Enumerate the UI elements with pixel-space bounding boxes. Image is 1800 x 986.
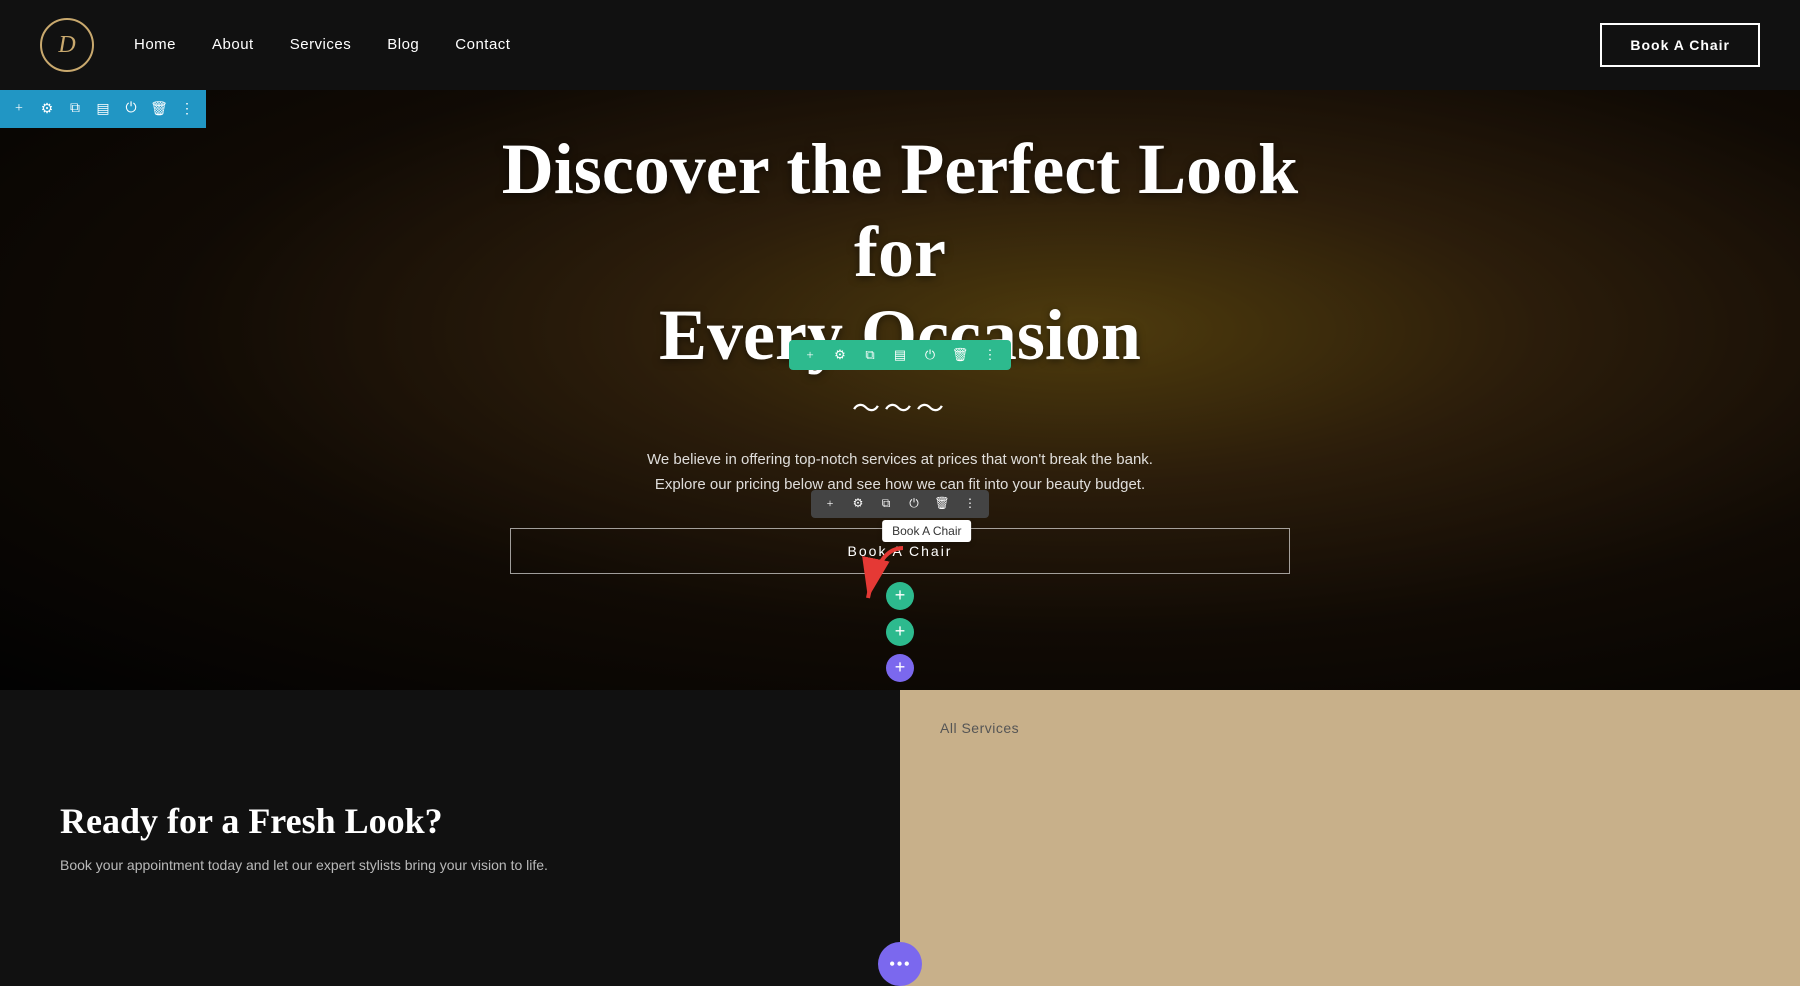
toolbar-copy-icon[interactable]: ⧉ [66, 100, 84, 118]
book-a-chair-button[interactable]: Book A Chair [1600, 23, 1760, 67]
nav-item-blog[interactable]: Blog [387, 36, 419, 54]
logo[interactable]: D [40, 18, 94, 72]
btn-toolbar-settings-icon[interactable]: ⚙ [849, 495, 867, 513]
float-toolbar-delete-icon[interactable]: 🗑 [951, 346, 969, 364]
btn-toolbar-copy-icon[interactable]: ⧉ [877, 495, 895, 513]
toolbar-more-icon[interactable]: ⋮ [178, 100, 196, 118]
nav-item-about[interactable]: About [212, 36, 254, 54]
nav-item-home[interactable]: Home [134, 36, 176, 54]
toolbar-power-icon[interactable]: ⏻ [122, 100, 140, 118]
toolbar-delete-icon[interactable]: 🗑 [150, 100, 168, 118]
button-section-toolbar: + ⚙ ⧉ ⏻ 🗑 ⋮ [811, 490, 989, 518]
hero-section: + ⚙ ⧉ ▤ ⏻ 🗑 ⋮ Discover the Perfect Look … [0, 90, 1800, 690]
arrow-indicator [848, 543, 928, 618]
add-section-btn-3[interactable]: + [886, 654, 914, 682]
logo-circle: D [40, 18, 94, 72]
float-toolbar-copy-icon[interactable]: ⧉ [861, 346, 879, 364]
bottom-heading: Ready for a Fresh Look? [60, 800, 840, 842]
nav-item-services[interactable]: Services [290, 36, 352, 54]
book-button-tooltip: Book A Chair [882, 520, 971, 542]
hero-squiggle: 〜〜〜 [500, 387, 1300, 427]
purple-dot-icon: ••• [889, 954, 911, 975]
btn-toolbar-delete-icon[interactable]: 🗑 [933, 495, 951, 513]
bottom-purple-dot[interactable]: ••• [878, 942, 922, 986]
hero-button-area: + ⚙ ⧉ ⏻ 🗑 ⋮ Book A Chair [500, 528, 1300, 682]
bottom-right-panel: All Services [900, 690, 1800, 986]
float-toolbar-power-icon[interactable]: ⏻ [921, 346, 939, 364]
float-toolbar-settings-icon[interactable]: ⚙ [831, 346, 849, 364]
add-section-btn-2[interactable]: + [886, 618, 914, 646]
top-toolbar: + ⚙ ⧉ ▤ ⏻ 🗑 ⋮ [0, 90, 206, 128]
bottom-left-panel: Ready for a Fresh Look? Book your appoin… [0, 690, 900, 986]
toolbar-settings-icon[interactable]: ⚙ [38, 100, 56, 118]
btn-toolbar-more-icon[interactable]: ⋮ [961, 495, 979, 513]
bottom-text: Book your appointment today and let our … [60, 854, 840, 876]
navbar-cta: Book A Chair [1600, 23, 1760, 67]
toolbar-grid-icon[interactable]: ▤ [94, 100, 112, 118]
all-services-label[interactable]: All Services [940, 720, 1019, 736]
float-toolbar-add-icon[interactable]: + [801, 346, 819, 364]
floating-section-toolbar: + ⚙ ⧉ ▤ ⏻ 🗑 ⋮ [789, 340, 1011, 370]
logo-letter: D [58, 32, 75, 59]
toolbar-add-icon[interactable]: + [10, 100, 28, 118]
hero-content: Discover the Perfect Look for Every Occa… [500, 98, 1300, 681]
float-toolbar-more-icon[interactable]: ⋮ [981, 346, 999, 364]
nav-item-contact[interactable]: Contact [455, 36, 510, 54]
btn-toolbar-power-icon[interactable]: ⏻ [905, 495, 923, 513]
float-toolbar-grid-icon[interactable]: ▤ [891, 346, 909, 364]
btn-toolbar-add-icon[interactable]: + [821, 495, 839, 513]
navbar: D Home About Services Blog Contact Book … [0, 0, 1800, 90]
nav-menu: Home About Services Blog Contact [134, 36, 1600, 54]
